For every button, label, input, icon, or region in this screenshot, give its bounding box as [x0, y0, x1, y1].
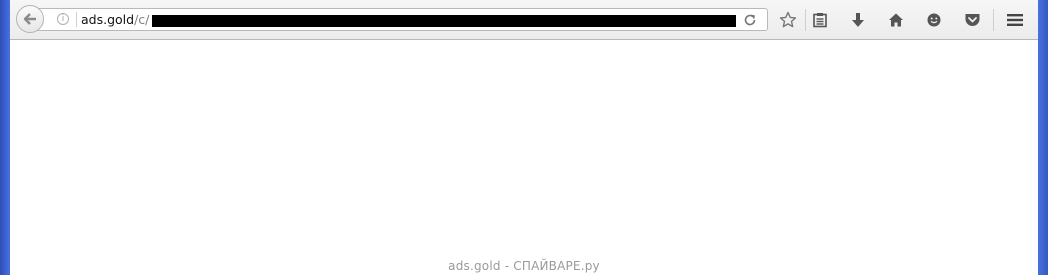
menu-button[interactable]	[1006, 11, 1024, 29]
url-text[interactable]: ads.gold/c/	[81, 12, 149, 28]
toolbar-divider	[805, 9, 806, 31]
info-icon[interactable]: i	[57, 13, 69, 25]
reload-icon[interactable]	[743, 13, 757, 27]
url-separator	[76, 12, 77, 27]
toolbar-divider	[993, 9, 994, 31]
chat-smiley-icon	[927, 13, 941, 27]
back-button[interactable]	[16, 5, 44, 33]
url-redaction	[152, 15, 736, 27]
back-arrow-icon	[23, 13, 36, 25]
bookmark-star-button[interactable]	[779, 11, 797, 29]
pocket-icon	[965, 14, 979, 26]
clipboard-icon	[813, 13, 827, 28]
home-icon	[889, 13, 903, 27]
home-button[interactable]	[887, 11, 905, 29]
navigation-toolbar: i ads.gold/c/	[10, 0, 1038, 40]
reading-list-button[interactable]	[811, 11, 829, 29]
url-bar[interactable]: i ads.gold/c/	[36, 8, 768, 31]
downloads-button[interactable]	[849, 11, 867, 29]
hello-button[interactable]	[925, 11, 943, 29]
star-icon	[779, 11, 797, 28]
hamburger-menu-icon	[1007, 14, 1023, 26]
url-path: /c/	[134, 12, 150, 27]
browser-window: i ads.gold/c/	[10, 0, 1038, 275]
url-host: ads.gold	[81, 12, 135, 27]
pocket-button[interactable]	[963, 11, 981, 29]
download-arrow-icon	[852, 13, 864, 27]
watermark-caption: ads.gold - СПАЙВАРЕ.ру	[448, 259, 600, 273]
